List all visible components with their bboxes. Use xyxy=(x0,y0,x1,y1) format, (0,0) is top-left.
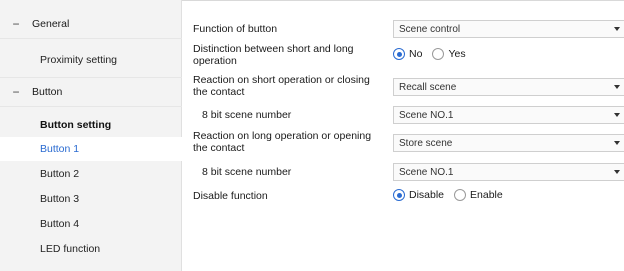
sidebar-item-label: Button 3 xyxy=(40,193,80,205)
sidebar-item-label: LED function xyxy=(40,243,101,255)
disable-function-label: Disable function xyxy=(193,190,268,202)
sidebar-item-button-3[interactable]: Button 3 xyxy=(0,187,182,211)
dropdown-arrow-icon xyxy=(614,85,620,89)
radio-yes[interactable] xyxy=(432,48,445,60)
radio-disable[interactable] xyxy=(393,189,405,201)
select-value: Recall scene xyxy=(399,81,457,93)
distinction-label: Distinction between short and long opera… xyxy=(193,43,354,67)
sidebar-group-button[interactable]: − Button xyxy=(0,77,182,107)
dropdown-arrow-icon xyxy=(614,27,620,31)
dropdown-arrow-icon xyxy=(614,141,620,145)
sidebar-item-button-4[interactable]: Button 4 xyxy=(0,212,182,236)
sidebar-item-button-2[interactable]: Button 2 xyxy=(0,162,182,186)
scene-number-short-label: 8 bit scene number xyxy=(202,109,292,121)
sidebar-item-label: Button 2 xyxy=(40,168,80,180)
sidebar-item-button-setting[interactable]: Button setting xyxy=(0,113,182,137)
radio-yes-label: Yes xyxy=(448,48,466,60)
reaction-short-label: Reaction on short operation or closing t… xyxy=(193,74,370,98)
disable-function-radio-group: Disable Enable xyxy=(393,189,513,201)
select-value: Scene control xyxy=(399,23,461,35)
radio-no-label: No xyxy=(409,48,423,60)
sidebar-group-general[interactable]: − General xyxy=(0,10,182,39)
reaction-short-select[interactable]: Recall scene xyxy=(393,78,624,96)
sidebar-item-label: Proximity setting xyxy=(40,54,118,66)
parameter-panel: Function of button Scene control Distinc… xyxy=(183,0,624,271)
sidebar-group-label: General xyxy=(32,18,70,30)
sidebar-item-button-1[interactable]: Button 1 xyxy=(0,137,182,161)
sidebar-group-label: Button xyxy=(32,86,63,98)
dropdown-arrow-icon xyxy=(614,113,620,117)
select-value: Store scene xyxy=(399,137,453,149)
select-value: Scene NO.1 xyxy=(399,166,454,178)
function-of-button-label: Function of button xyxy=(193,23,278,35)
select-value: Scene NO.1 xyxy=(399,109,454,121)
reaction-long-label: Reaction on long operation or opening th… xyxy=(193,130,372,154)
sidebar-item-label: Button 4 xyxy=(40,218,80,230)
collapse-icon[interactable]: − xyxy=(0,85,32,99)
dropdown-arrow-icon xyxy=(614,170,620,174)
collapse-icon[interactable]: − xyxy=(0,17,32,31)
distinction-radio-group: No Yes xyxy=(393,48,476,60)
radio-enable-label: Enable xyxy=(470,189,503,201)
function-of-button-select[interactable]: Scene control xyxy=(393,20,624,38)
sidebar-item-label: Button setting xyxy=(40,119,112,131)
sidebar-item-proximity-setting[interactable]: Proximity setting xyxy=(0,48,182,72)
parameter-tree: − General Proximity setting − Button But… xyxy=(0,0,182,271)
radio-no[interactable] xyxy=(393,48,405,60)
scene-number-long-select[interactable]: Scene NO.1 xyxy=(393,163,624,181)
scene-number-long-label: 8 bit scene number xyxy=(202,166,292,178)
radio-disable-label: Disable xyxy=(409,189,445,201)
radio-enable[interactable] xyxy=(454,189,467,201)
scene-number-short-select[interactable]: Scene NO.1 xyxy=(393,106,624,124)
sidebar-item-led-function[interactable]: LED function xyxy=(0,237,182,261)
reaction-long-select[interactable]: Store scene xyxy=(393,134,624,152)
sidebar-item-label: Button 1 xyxy=(40,143,80,155)
